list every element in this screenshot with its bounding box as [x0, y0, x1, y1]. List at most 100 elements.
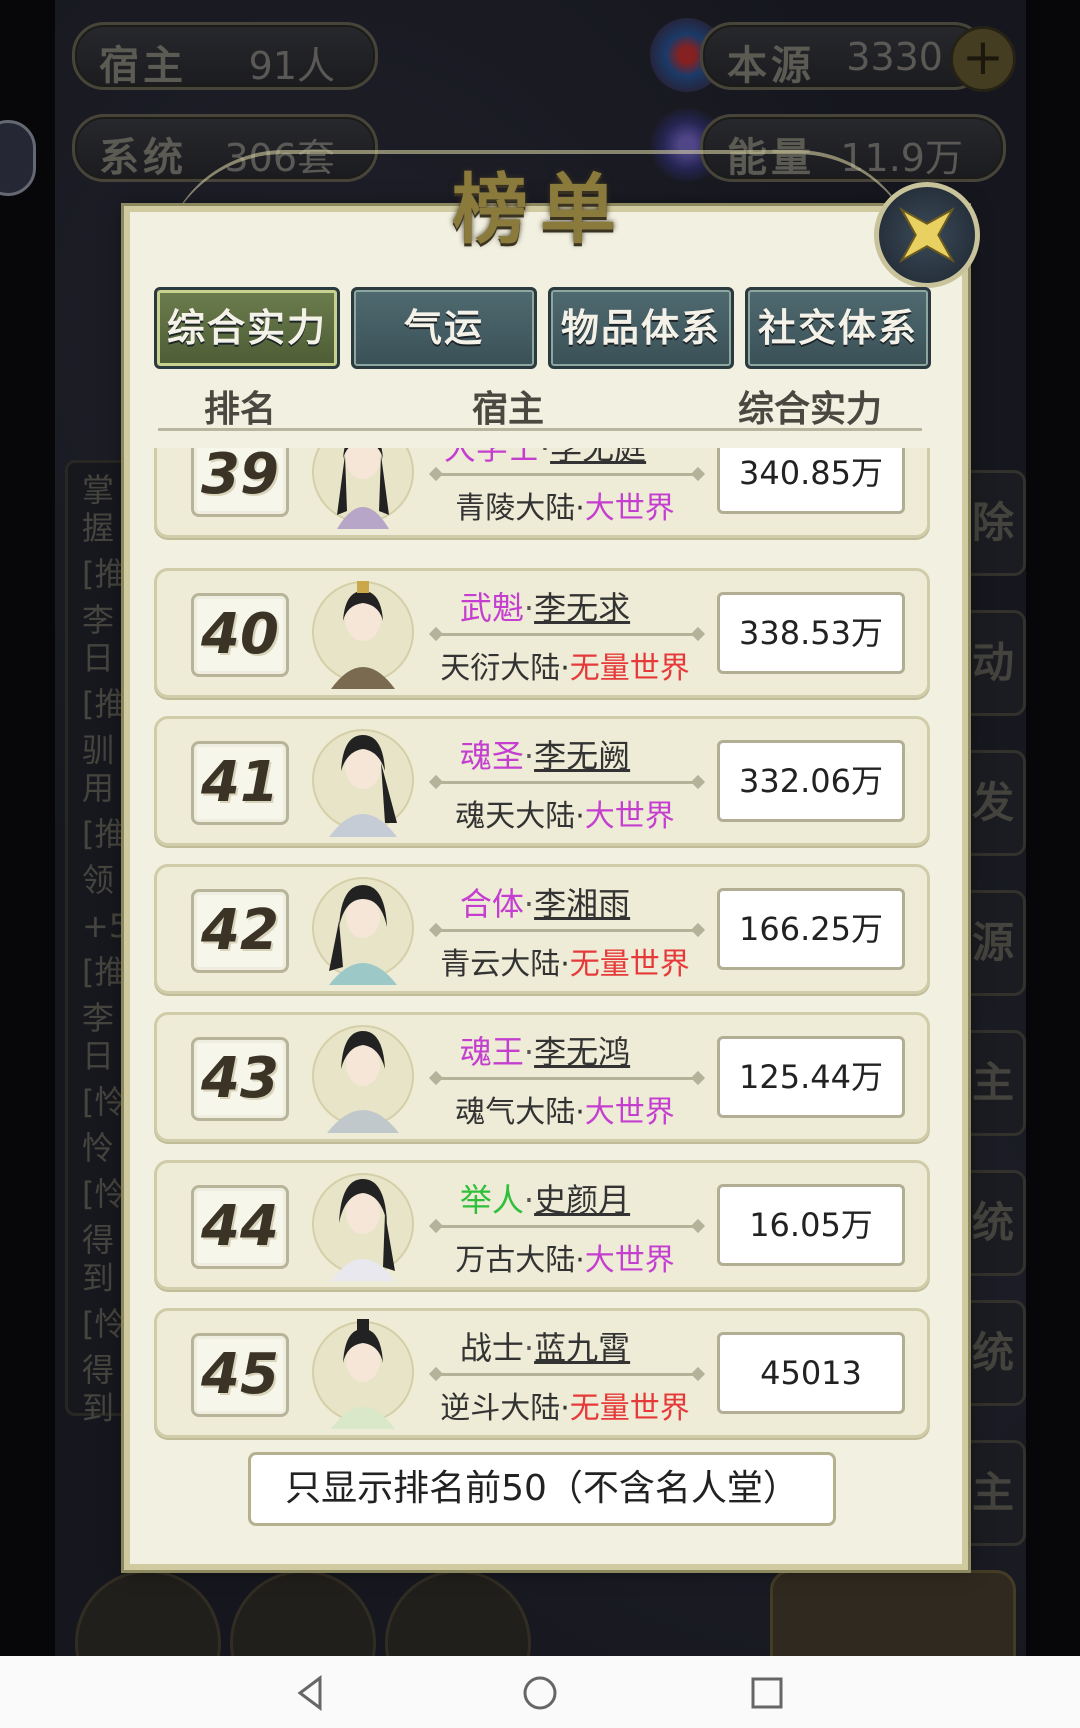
host-portrait[interactable] — [307, 871, 419, 985]
rank-badge: 43 — [191, 1037, 289, 1121]
host-world: 魂气大陆·大世界 — [455, 1095, 675, 1130]
world-tier: 大世界 — [584, 799, 675, 834]
continent-name: 天衍大陆 — [440, 651, 561, 686]
top50-notice: 只显示排名前50（不含名人堂） — [248, 1452, 836, 1526]
rank-badge: 45 — [191, 1333, 289, 1417]
power-value: 45013 — [717, 1332, 905, 1414]
host-portrait[interactable] — [307, 1019, 419, 1133]
power-value: 166.25万 — [717, 888, 905, 970]
host-title: 魂王 — [459, 1033, 524, 1071]
world-tier: 无量世界 — [569, 651, 690, 686]
host-name-link[interactable]: 蓝九霄 — [534, 1329, 630, 1367]
host-name-link[interactable]: 李无求 — [534, 589, 630, 627]
tab-social-system[interactable]: 社交体系 — [745, 287, 931, 369]
host-portrait[interactable] — [307, 575, 419, 689]
rank-number: 40 — [201, 602, 279, 667]
host-title-name: 战士·蓝九霄 — [459, 1329, 631, 1367]
host-title: 举人 — [459, 1181, 524, 1219]
host-world: 青陵大陆·大世界 — [455, 491, 675, 526]
row-divider — [437, 929, 697, 932]
row-divider — [437, 1077, 697, 1080]
rank-badge: 42 — [191, 889, 289, 973]
recents-icon[interactable] — [740, 1666, 794, 1720]
power-value: 332.06万 — [717, 740, 905, 822]
host-name-link[interactable]: 李湘雨 — [534, 885, 630, 923]
header-divider — [158, 428, 922, 431]
tab-fortune[interactable]: 气运 — [351, 287, 537, 369]
continent-name: 魂气大陆 — [455, 1095, 576, 1130]
rank-number: 43 — [201, 1046, 279, 1111]
leaderboard-row[interactable]: 42 合体·李湘雨 青云大陆·无量世界 166.25万 — [154, 864, 930, 994]
world-tier: 大世界 — [584, 1095, 675, 1130]
host-name-link[interactable]: 史颜月 — [534, 1181, 630, 1219]
host-world: 万古大陆·大世界 — [455, 1243, 675, 1278]
host-title-name: 魂圣·李无阙 — [459, 737, 631, 775]
back-icon[interactable] — [284, 1666, 338, 1720]
host-portrait[interactable] — [307, 1167, 419, 1281]
modal-title: 榜单 — [452, 165, 628, 254]
host-title: 战士 — [459, 1329, 524, 1367]
host-portrait[interactable] — [307, 723, 419, 837]
column-header-rank: 排名 — [204, 389, 277, 430]
row-divider — [437, 1225, 697, 1228]
host-title: 合体 — [459, 885, 524, 923]
host-title-name: 举人·史颜月 — [459, 1181, 631, 1219]
power-value: 340.85万 — [717, 448, 905, 514]
power-value: 125.44万 — [717, 1036, 905, 1118]
home-icon[interactable] — [513, 1666, 567, 1720]
column-header-host: 宿主 — [472, 389, 545, 430]
continent-name: 青云大陆 — [440, 947, 561, 982]
row-divider — [437, 1373, 697, 1376]
rank-badge: 40 — [191, 593, 289, 677]
host-name-link[interactable]: 李无庭 — [550, 448, 646, 467]
close-button[interactable] — [874, 182, 980, 288]
system-nav-bar — [0, 1656, 1080, 1728]
host-world: 逆斗大陆·无量世界 — [440, 1391, 690, 1426]
continent-name: 万古大陆 — [455, 1243, 576, 1278]
leaderboard-row[interactable]: 44 举人·史颜月 万古大陆·大世界 16.05万 — [154, 1160, 930, 1290]
leaderboard-row[interactable]: 43 魂王·李无鸿 魂气大陆·大世界 125.44万 — [154, 1012, 930, 1142]
continent-name: 青陵大陆 — [455, 491, 576, 526]
close-icon — [898, 206, 956, 264]
host-title-name: 合体·李湘雨 — [459, 885, 631, 923]
host-title: 大学士 — [443, 448, 540, 467]
leaderboard-row[interactable]: 41 魂圣·李无阙 魂天大陆·大世界 332.06万 — [154, 716, 930, 846]
host-portrait[interactable] — [307, 448, 419, 529]
rank-badge: 44 — [191, 1185, 289, 1269]
row-divider — [437, 781, 697, 784]
host-title: 武魁 — [459, 589, 524, 627]
continent-name: 逆斗大陆 — [440, 1391, 561, 1426]
host-world: 青云大陆·无量世界 — [440, 947, 690, 982]
leaderboard-row[interactable]: 40 武魁·李无求 天衍大陆·无量世界 338.53万 — [154, 568, 930, 698]
tab-item-system[interactable]: 物品体系 — [548, 287, 734, 369]
leaderboard-list[interactable]: 39 大学士·李无庭 青陵大陆·大世界 340.85万 40 武魁·李无求 天衍… — [150, 448, 930, 1442]
row-divider — [437, 633, 697, 636]
continent-name: 魂天大陆 — [455, 799, 576, 834]
world-tier: 大世界 — [584, 1243, 675, 1278]
rank-number: 42 — [201, 898, 279, 963]
host-name-link[interactable]: 李无鸿 — [534, 1033, 630, 1071]
rank-number: 41 — [201, 750, 279, 815]
rank-badge: 41 — [191, 741, 289, 825]
column-header-power: 综合实力 — [738, 389, 883, 430]
host-title-name: 大学士·李无庭 — [425, 448, 665, 469]
rank-number: 44 — [201, 1194, 279, 1259]
host-title: 魂圣 — [459, 737, 524, 775]
host-title-name: 武魁·李无求 — [459, 589, 631, 627]
tab-overall-power[interactable]: 综合实力 — [154, 287, 340, 369]
host-world: 天衍大陆·无量世界 — [440, 651, 690, 686]
host-name-link[interactable]: 李无阙 — [534, 737, 630, 775]
rank-number: 45 — [201, 1342, 279, 1407]
host-title-name: 魂王·李无鸿 — [459, 1033, 631, 1071]
leaderboard-row[interactable]: 45 战士·蓝九霄 逆斗大陆·无量世界 45013 — [154, 1308, 930, 1438]
host-world: 魂天大陆·大世界 — [455, 799, 675, 834]
world-tier: 无量世界 — [569, 1391, 690, 1426]
world-tier: 无量世界 — [569, 947, 690, 982]
power-value: 16.05万 — [717, 1184, 905, 1266]
row-divider — [437, 473, 697, 476]
world-tier: 大世界 — [584, 491, 675, 526]
rank-number: 39 — [201, 448, 279, 507]
host-portrait[interactable] — [307, 1315, 419, 1429]
leaderboard-row[interactable]: 39 大学士·李无庭 青陵大陆·大世界 340.85万 — [154, 448, 930, 538]
rank-badge: 39 — [191, 448, 289, 517]
